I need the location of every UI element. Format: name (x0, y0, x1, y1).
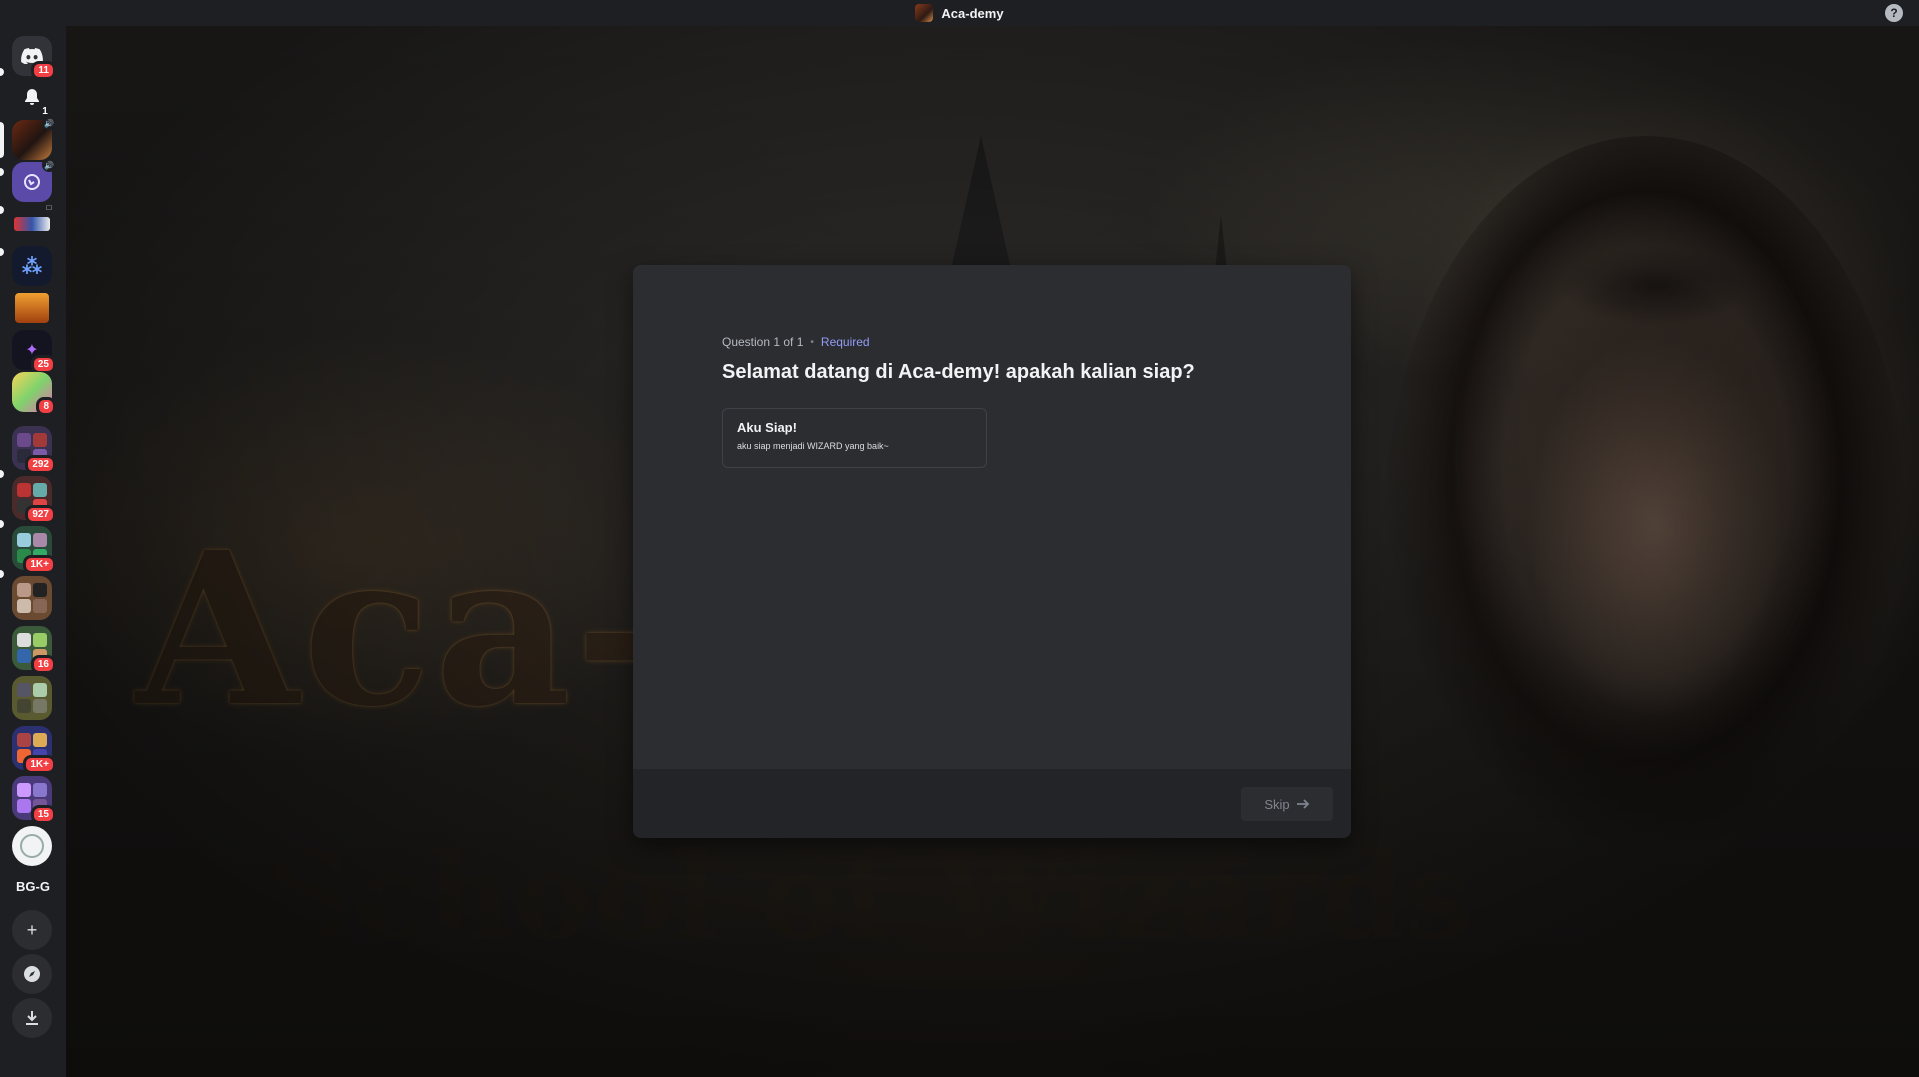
server-5[interactable] (12, 288, 52, 328)
folder-2-badge: 927 (25, 505, 56, 524)
folder-8-badge: 15 (30, 805, 56, 824)
rail-pip (0, 68, 4, 76)
rail-pip (0, 168, 4, 176)
folder-4[interactable] (12, 576, 52, 620)
folder-3[interactable]: 1K+ (12, 526, 56, 574)
explore-button[interactable] (12, 954, 52, 994)
rail-pip (0, 570, 4, 578)
server-7-badge: 8 (36, 397, 56, 416)
speaker-icon: 🔊 (42, 158, 56, 172)
notifications-button[interactable]: 1 (12, 78, 54, 118)
question-title: Selamat datang di Aca-demy! apakah kalia… (722, 361, 1195, 383)
option-description: aku siap menjadi WIZARD yang baik~ (737, 441, 889, 451)
bell-icon (25, 89, 39, 105)
folder-5-badge: 16 (30, 655, 56, 674)
download-icon (26, 1011, 38, 1025)
server-rail: 11 1 🔊 🔊 □ ⁂ ✦ 25 8 292 927 1K+ 16 1K+ 1… (0, 26, 66, 1077)
rail-active-pip (0, 122, 4, 158)
server-aca-demy[interactable]: 🔊 (12, 116, 56, 160)
separator-dot: • (810, 336, 814, 348)
server-7[interactable]: 8 (12, 372, 56, 416)
monitor-icon: □ (42, 200, 56, 214)
phone-icon (24, 174, 40, 190)
server-2[interactable]: 🔊 (12, 158, 56, 202)
server-6[interactable]: ✦ 25 (12, 330, 56, 374)
folder-1[interactable]: 292 (12, 426, 56, 474)
server-icon-mini (915, 4, 934, 22)
rail-pip (0, 248, 4, 256)
server-8[interactable] (12, 826, 52, 866)
rail-pip (0, 470, 4, 478)
folder-7-badge: 1K+ (23, 755, 56, 774)
compass-icon (24, 966, 40, 982)
server-3[interactable]: □ (12, 200, 56, 244)
modal-body: Question 1 of 1 • Required Selamat datan… (633, 265, 1351, 769)
folder-3-badge: 1K+ (23, 555, 56, 574)
window-title: Aca-demy (941, 5, 1004, 21)
folder-7[interactable]: 1K+ (12, 726, 56, 774)
folder-6[interactable] (12, 676, 52, 720)
question-counter: Question 1 of 1 (722, 335, 804, 349)
download-apps-button[interactable] (12, 998, 52, 1038)
modal-footer: Skip (633, 769, 1351, 838)
title-bar: Aca-demy ? (0, 0, 1919, 26)
skip-label: Skip (1264, 796, 1290, 812)
answer-option[interactable]: Aku Siap! aku siap menjadi WIZARD yang b… (722, 408, 987, 468)
server-4[interactable]: ⁂ (12, 246, 52, 286)
rail-pip (0, 520, 4, 528)
required-label: Required (820, 335, 870, 349)
folder-1-badge: 292 (25, 455, 56, 474)
home-button[interactable]: 11 (12, 36, 56, 80)
server-bg-g[interactable]: BG-G (0, 879, 66, 894)
onboarding-modal: Question 1 of 1 • Required Selamat datan… (633, 265, 1351, 838)
speaker-icon: 🔊 (42, 116, 56, 130)
arrow-right-icon (1296, 799, 1309, 809)
plus-icon: + (26, 919, 38, 940)
rail-pip (0, 206, 4, 214)
help-icon[interactable]: ? (1885, 4, 1903, 22)
folder-2[interactable]: 927 (12, 476, 56, 524)
question-meta: Question 1 of 1 • Required (722, 335, 870, 349)
add-server-button[interactable]: + (12, 910, 52, 950)
skip-button[interactable]: Skip (1241, 787, 1333, 821)
option-title: Aku Siap! (737, 420, 797, 435)
folder-5[interactable]: 16 (12, 626, 56, 674)
folder-8[interactable]: 15 (12, 776, 56, 824)
